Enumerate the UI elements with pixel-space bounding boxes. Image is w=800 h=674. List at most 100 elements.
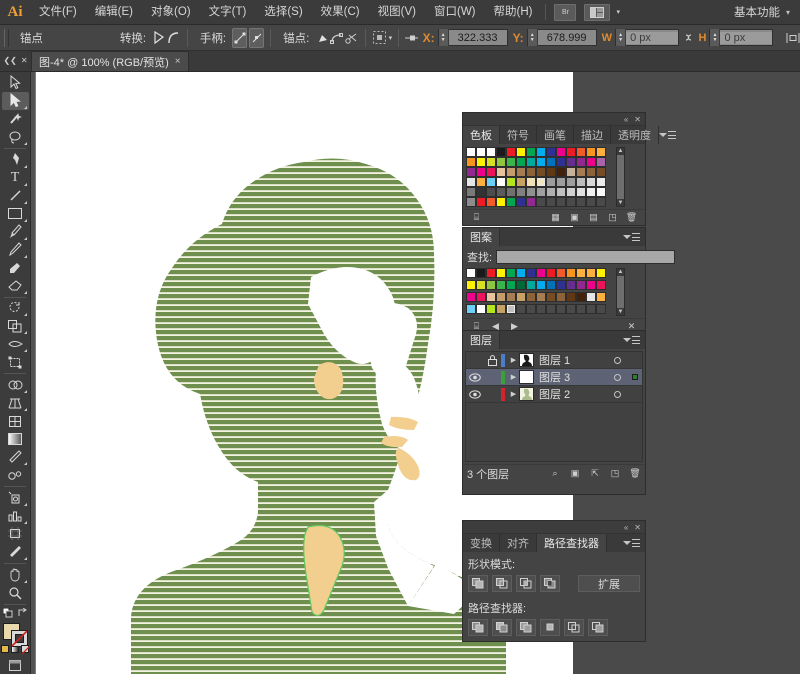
swatch-cell[interactable] — [596, 280, 606, 290]
swatch-cell[interactable] — [546, 167, 556, 177]
swatch-cell[interactable] — [536, 157, 546, 167]
swatch-cell[interactable] — [466, 268, 476, 278]
scrollbar-thumb[interactable] — [617, 155, 624, 199]
intersect-button[interactable] — [516, 575, 536, 592]
tool-rotate[interactable] — [2, 299, 29, 317]
swatch-cell[interactable] — [526, 280, 536, 290]
swatch-cell[interactable] — [596, 167, 606, 177]
swatch-cell[interactable] — [496, 292, 506, 302]
swatch-cell[interactable] — [576, 167, 586, 177]
tool-hand[interactable] — [2, 566, 29, 584]
swatch-cell[interactable] — [596, 268, 606, 278]
tab-transform[interactable]: 变换 — [463, 534, 500, 552]
swatch-cell[interactable] — [486, 157, 496, 167]
x-stepper[interactable]: ▲ ▼ — [438, 29, 449, 46]
swatch-cell[interactable] — [486, 268, 496, 278]
swatch-cell[interactable] — [516, 280, 526, 290]
swatch-cell[interactable] — [516, 187, 526, 197]
remove-anchor-icon[interactable] — [315, 28, 329, 48]
delete-swatch-icon[interactable]: 🗑 — [622, 211, 641, 225]
swatch-cell[interactable] — [556, 147, 566, 157]
swatch-cell[interactable] — [596, 157, 606, 167]
swatch-cell[interactable] — [596, 304, 606, 314]
divide-button[interactable] — [468, 619, 488, 636]
close-icon[interactable]: ✕ — [21, 56, 28, 65]
swatch-cell[interactable] — [576, 268, 586, 278]
outline-button[interactable] — [564, 619, 584, 636]
swatch-cell[interactable] — [546, 177, 556, 187]
tool-artboard[interactable] — [2, 525, 29, 543]
chevron-right-icon[interactable]: ▶ — [508, 356, 519, 364]
swatch-cell[interactable] — [536, 187, 546, 197]
tool-gradient[interactable] — [2, 430, 29, 448]
tool-paintbrush[interactable] — [2, 223, 29, 241]
layer-name[interactable]: 图层 2 — [539, 386, 606, 402]
swatch-cell[interactable] — [546, 268, 556, 278]
swatch-cell[interactable] — [536, 167, 546, 177]
swatch-cell[interactable] — [596, 177, 606, 187]
swatch-cell[interactable] — [566, 187, 576, 197]
swatch-cell[interactable] — [546, 280, 556, 290]
align-to-pixel-icon[interactable] — [372, 28, 386, 48]
layer-list[interactable]: ▶ 图层 1 ▶ 图层 3 ▶ 图层 2 — [465, 351, 643, 462]
swatch-cell[interactable] — [466, 292, 476, 302]
tab-pattern[interactable]: 图案 — [463, 228, 500, 246]
tool-eyedropper[interactable] — [2, 448, 29, 466]
swap-fill-stroke-icon[interactable] — [18, 607, 28, 618]
swatch-cell[interactable] — [556, 157, 566, 167]
layer-row[interactable]: ▶ 图层 3 — [466, 369, 642, 386]
swatch-cell[interactable] — [546, 187, 556, 197]
swatch-cell[interactable] — [566, 292, 576, 302]
collapse-panel-icon[interactable]: ❮❮ — [3, 56, 16, 65]
pathfinder-panel-titlebar[interactable]: « ✕ — [463, 521, 645, 534]
y-stepper[interactable]: ▲ ▼ — [527, 29, 538, 46]
link-dimensions-icon[interactable] — [681, 28, 695, 48]
swatch-cell[interactable] — [496, 304, 506, 314]
swatch-cell[interactable] — [516, 304, 526, 314]
exclude-button[interactable] — [540, 575, 560, 592]
swatch-cell[interactable] — [556, 167, 566, 177]
swatch-cell[interactable] — [486, 177, 496, 187]
cut-path-icon[interactable] — [344, 28, 359, 48]
swatch-cell[interactable] — [596, 147, 606, 157]
swatch-cell[interactable] — [586, 187, 596, 197]
target-indicator[interactable] — [606, 356, 628, 364]
chevron-down-icon[interactable]: ▾ — [389, 34, 393, 42]
swatch-cell[interactable] — [586, 292, 596, 302]
swatch-cell[interactable] — [466, 177, 476, 187]
scroll-up-icon[interactable]: ▲ — [618, 148, 624, 154]
convert-to-corner-icon[interactable] — [152, 28, 166, 48]
chevron-right-icon[interactable]: ▶ — [508, 373, 519, 381]
minus-front-button[interactable] — [492, 575, 512, 592]
swatch-cell[interactable] — [486, 197, 496, 207]
connect-anchor-icon[interactable] — [329, 28, 344, 48]
tool-line-segment[interactable] — [2, 187, 29, 205]
swatch-cell[interactable] — [496, 280, 506, 290]
tab-pathfinder[interactable]: 路径查找器 — [537, 534, 607, 552]
panel-menu-icon[interactable] — [623, 534, 645, 552]
swatch-cell[interactable] — [566, 280, 576, 290]
tool-eraser[interactable] — [2, 277, 29, 295]
swatch-cell[interactable] — [586, 280, 596, 290]
tool-blend[interactable] — [2, 466, 29, 484]
swatch-cell[interactable] — [536, 304, 546, 314]
swatch-cell[interactable] — [506, 197, 516, 207]
swatch-cell[interactable] — [586, 147, 596, 157]
tab-stroke[interactable]: 描边 — [574, 126, 611, 144]
swatch-cell[interactable] — [596, 197, 606, 207]
none-mode-icon[interactable] — [21, 645, 30, 655]
swatch-cell[interactable] — [476, 157, 486, 167]
screen-mode-icon[interactable] — [2, 656, 29, 674]
control-bar-grip[interactable] — [4, 28, 9, 47]
unite-button[interactable] — [468, 575, 488, 592]
swatch-cell[interactable] — [576, 280, 586, 290]
swatch-cell[interactable] — [466, 167, 476, 177]
swatch-cell[interactable] — [516, 167, 526, 177]
tool-type[interactable]: T — [2, 169, 29, 187]
scroll-down-icon[interactable]: ▼ — [618, 309, 624, 315]
document-tab[interactable]: 图-4* @ 100% (RGB/预览) × — [31, 51, 189, 71]
selection-indicator[interactable] — [628, 374, 642, 380]
swatch-cell[interactable] — [566, 197, 576, 207]
swatch-cell[interactable] — [556, 197, 566, 207]
tool-rectangle[interactable] — [2, 205, 29, 223]
